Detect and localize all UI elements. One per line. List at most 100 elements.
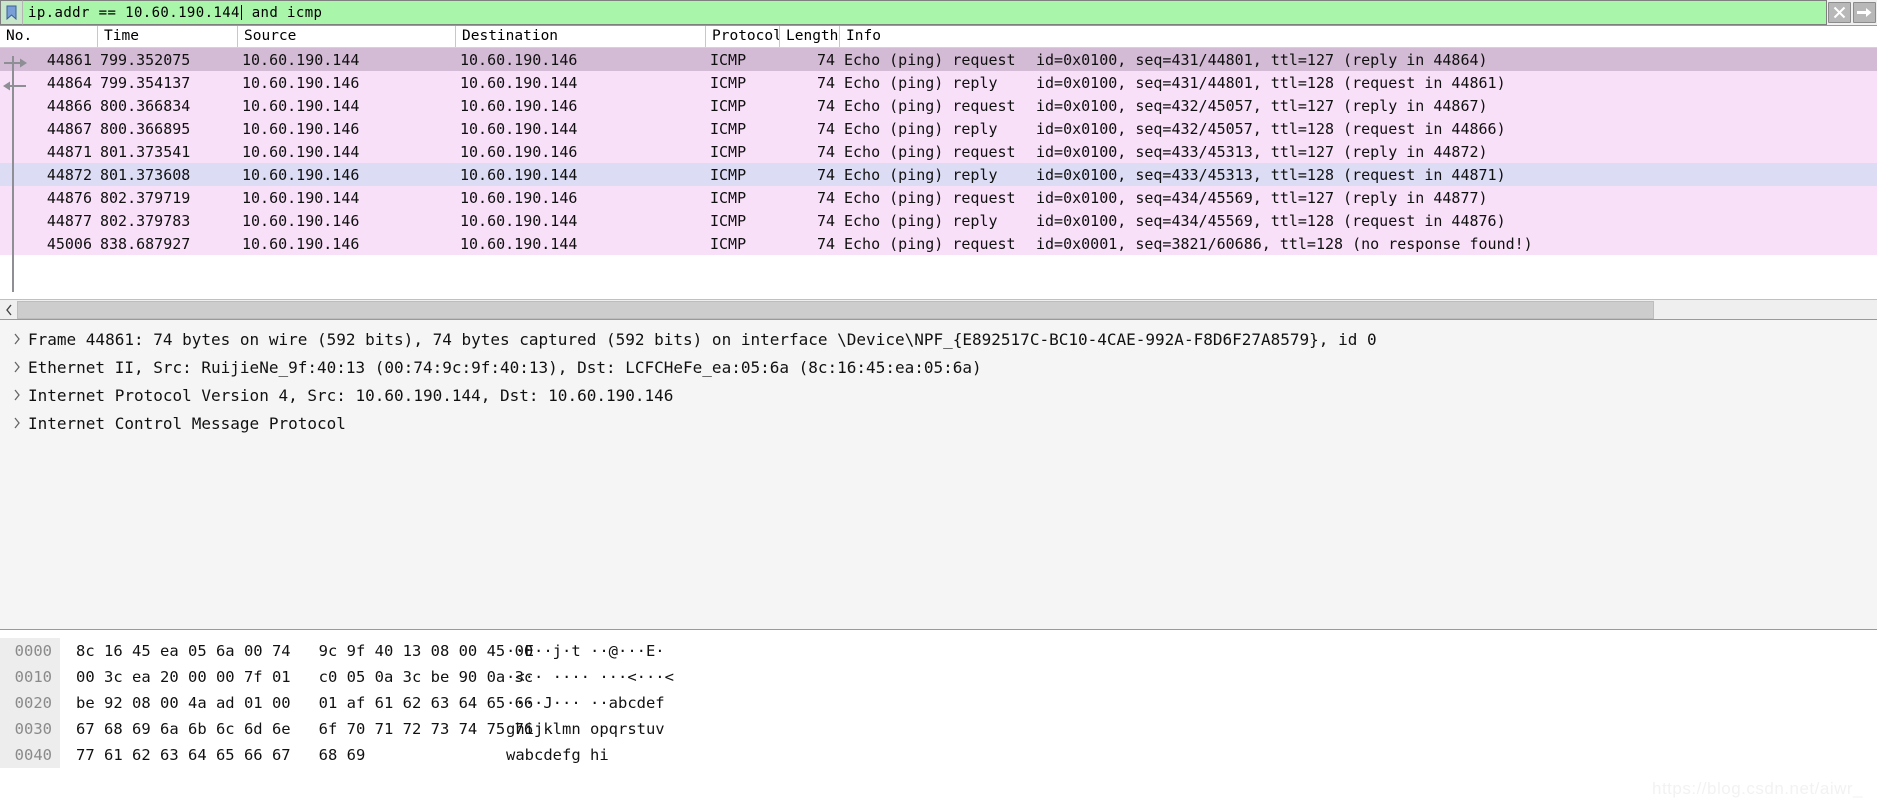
- cell-destination: 10.60.190.144: [460, 165, 578, 184]
- cell-no: 44866: [46, 96, 92, 115]
- cell-protocol: ICMP: [710, 50, 747, 69]
- packet-list-pane[interactable]: No. Time Source Destination Protocol Len…: [0, 26, 1877, 320]
- hexdump-offset: 0000: [0, 638, 60, 664]
- table-row[interactable]: 44871 801.373541 10.60.190.144 10.60.190…: [0, 140, 1877, 163]
- column-header-protocol[interactable]: Protocol: [706, 26, 780, 47]
- table-row[interactable]: 44876 802.379719 10.60.190.144 10.60.190…: [0, 186, 1877, 209]
- hexdump-hex: 77 61 62 63 64 65 66 67 68 69: [76, 746, 366, 764]
- cell-destination: 10.60.190.146: [460, 142, 578, 161]
- column-header-info[interactable]: Info: [840, 26, 1877, 47]
- cell-info-description: Echo (ping) reply: [844, 211, 998, 230]
- cell-time: 802.379719: [100, 188, 191, 207]
- column-header-source[interactable]: Source: [238, 26, 456, 47]
- packet-bytes-pane[interactable]: 0000 8c 16 45 ea 05 6a 00 74 9c 9f 40 13…: [0, 630, 1877, 805]
- cell-protocol: ICMP: [710, 211, 747, 230]
- column-header-no[interactable]: No.: [0, 26, 98, 47]
- cell-source: 10.60.190.146: [242, 119, 360, 138]
- hexdump-hex: 00 3c ea 20 00 00 7f 01 c0 05 0a 3c be 9…: [76, 668, 534, 686]
- chevron-right-glyph: [14, 389, 20, 401]
- cell-source: 10.60.190.146: [242, 73, 360, 92]
- cell-info-description: Echo (ping) request: [844, 96, 1016, 115]
- detail-row-frame-label: Frame 44861: 74 bytes on wire (592 bits)…: [28, 329, 1377, 349]
- cell-info-detail: id=0x0100, seq=432/45057, ttl=127 (reply…: [1036, 96, 1488, 115]
- cell-info-detail: id=0x0100, seq=432/45057, ttl=128 (reque…: [1036, 119, 1506, 138]
- table-row[interactable]: 45006 838.687927 10.60.190.146 10.60.190…: [0, 232, 1877, 255]
- detail-row-frame[interactable]: Frame 44861: 74 bytes on wire (592 bits)…: [0, 325, 1877, 353]
- cell-info: Echo (ping) reply id=0x0100, seq=433/4531…: [840, 166, 1877, 184]
- arrow-right-glyph: [1857, 8, 1872, 17]
- bookmark-icon[interactable]: [0, 0, 22, 25]
- table-row[interactable]: 44864 799.354137 10.60.190.146 10.60.190…: [0, 71, 1877, 94]
- column-header-time[interactable]: Time: [98, 26, 238, 47]
- cell-length: 74: [816, 234, 835, 253]
- hexdump-row[interactable]: 0010 00 3c ea 20 00 00 7f 01 c0 05 0a 3c…: [0, 664, 1877, 690]
- cell-info-description: Echo (ping) request: [844, 188, 1016, 207]
- chevron-right-icon[interactable]: [6, 417, 28, 429]
- cell-time: 800.366895: [100, 119, 191, 138]
- chevron-right-icon[interactable]: [6, 333, 28, 345]
- table-row[interactable]: 44867 800.366895 10.60.190.146 10.60.190…: [0, 117, 1877, 140]
- cell-no: 44867: [46, 119, 92, 138]
- detail-row-icmp-label: Internet Control Message Protocol: [28, 413, 346, 433]
- chevron-right-glyph: [14, 333, 20, 345]
- table-row[interactable]: 44866 800.366834 10.60.190.144 10.60.190…: [0, 94, 1877, 117]
- chevron-right-icon[interactable]: [6, 361, 28, 373]
- hexdump-offset: 0030: [0, 716, 60, 742]
- hexdump-ascii: ghijklmn opqrstuv: [506, 720, 665, 738]
- cell-time: 799.352075: [100, 50, 191, 69]
- hscroll-track[interactable]: [17, 300, 1877, 319]
- cell-length: 74: [816, 142, 835, 161]
- hexdump-ascii: ··E··j·t ··@···E·: [506, 642, 665, 660]
- cell-protocol: ICMP: [710, 234, 747, 253]
- cell-destination: 10.60.190.146: [460, 188, 578, 207]
- cell-no: 44876: [46, 188, 92, 207]
- cell-info: Echo (ping) request id=0x0001, seq=3821/6…: [840, 235, 1877, 253]
- cell-info-detail: id=0x0100, seq=434/45569, ttl=128 (reque…: [1036, 211, 1506, 230]
- hexdump-row[interactable]: 0030 67 68 69 6a 6b 6c 6d 6e 6f 70 71 72…: [0, 716, 1877, 742]
- apply-filter-arrow-icon[interactable]: [1853, 2, 1876, 23]
- cell-info-detail: id=0x0100, seq=433/45313, ttl=127 (reply…: [1036, 142, 1488, 161]
- cell-no: 44872: [46, 165, 92, 184]
- bookmark-glyph: [6, 5, 17, 20]
- cell-info-description: Echo (ping) reply: [844, 73, 998, 92]
- cell-length: 74: [816, 211, 835, 230]
- cell-length: 74: [816, 165, 835, 184]
- cell-protocol: ICMP: [710, 73, 747, 92]
- hexdump-row[interactable]: 0000 8c 16 45 ea 05 6a 00 74 9c 9f 40 13…: [0, 638, 1877, 664]
- cell-no: 44871: [46, 142, 92, 161]
- chevron-right-icon[interactable]: [6, 389, 28, 401]
- hexdump-row[interactable]: 0020 be 92 08 00 4a ad 01 00 01 af 61 62…: [0, 690, 1877, 716]
- cell-destination: 10.60.190.144: [460, 234, 578, 253]
- hexdump-row[interactable]: 0040 77 61 62 63 64 65 66 67 68 69 wabcd…: [0, 742, 1877, 768]
- hexdump-offset: 0010: [0, 664, 60, 690]
- table-row[interactable]: 44861 799.352075 10.60.190.144 10.60.190…: [0, 48, 1877, 71]
- cell-protocol: ICMP: [710, 165, 747, 184]
- display-filter-input[interactable]: ip.addr == 10.60.190.144 and icmp: [22, 0, 1827, 25]
- cell-info-description: Echo (ping) request: [844, 142, 1016, 161]
- chevron-left-icon[interactable]: [0, 301, 17, 319]
- cell-info: Echo (ping) reply id=0x0100, seq=434/4556…: [840, 212, 1877, 230]
- column-header-destination[interactable]: Destination: [456, 26, 706, 47]
- display-filter-text-before-caret: ip.addr == 10.60.190.144: [28, 4, 240, 21]
- cell-time: 802.379783: [100, 211, 191, 230]
- packet-list-horizontal-scrollbar[interactable]: [0, 299, 1877, 319]
- detail-row-icmp[interactable]: Internet Control Message Protocol: [0, 409, 1877, 437]
- hscroll-thumb[interactable]: [17, 300, 1654, 319]
- cell-source: 10.60.190.146: [242, 234, 360, 253]
- table-row[interactable]: 44872 801.373608 10.60.190.146 10.60.190…: [0, 163, 1877, 186]
- cell-time: 838.687927: [100, 234, 191, 253]
- cell-info: Echo (ping) request id=0x0100, seq=431/44…: [840, 51, 1877, 69]
- packet-details-pane[interactable]: Frame 44861: 74 bytes on wire (592 bits)…: [0, 320, 1877, 630]
- clear-filter-icon[interactable]: [1828, 2, 1851, 23]
- detail-row-ethernet[interactable]: Ethernet II, Src: RuijieNe_9f:40:13 (00:…: [0, 353, 1877, 381]
- detail-row-ipv4[interactable]: Internet Protocol Version 4, Src: 10.60.…: [0, 381, 1877, 409]
- cell-no: 44861: [46, 50, 92, 69]
- cell-info-description: Echo (ping) reply: [844, 119, 998, 138]
- hexdump-hex: be 92 08 00 4a ad 01 00 01 af 61 62 63 6…: [76, 694, 534, 712]
- table-row[interactable]: 44877 802.379783 10.60.190.146 10.60.190…: [0, 209, 1877, 232]
- cell-destination: 10.60.190.144: [460, 73, 578, 92]
- cell-length: 74: [816, 96, 835, 115]
- hexdump-ascii: ····J··· ··abcdef: [506, 694, 665, 712]
- column-header-length[interactable]: Length: [780, 26, 840, 47]
- detail-row-ethernet-label: Ethernet II, Src: RuijieNe_9f:40:13 (00:…: [28, 357, 982, 377]
